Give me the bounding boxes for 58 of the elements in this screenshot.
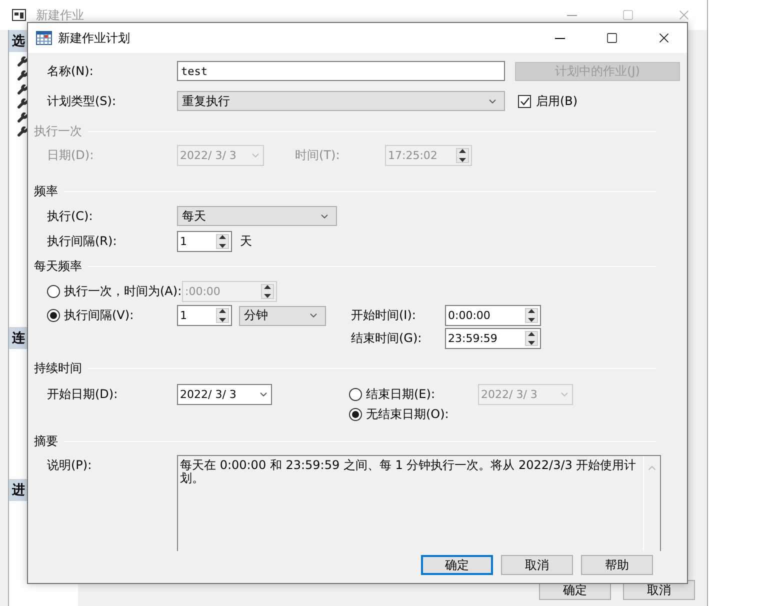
check-icon (520, 96, 530, 106)
window-icon (12, 9, 26, 21)
field-label: 结束时间(G): (351, 330, 423, 347)
field-label: 日期(D): (47, 147, 95, 164)
spin-arrows-icon[interactable] (456, 148, 469, 163)
section-title: 执行一次 (34, 122, 82, 140)
field-label: 计划类型(S): (47, 92, 118, 110)
spin-arrows-icon[interactable] (525, 308, 538, 323)
field-label: 执行(C): (47, 208, 94, 224)
minimize-icon (567, 14, 577, 16)
occurs-dropdown[interactable]: 每天 (177, 206, 337, 226)
dialog-button[interactable]: 取消 (501, 555, 573, 575)
unit-label: 天 (240, 232, 252, 250)
wrench-icon (17, 56, 28, 67)
section-title: 摘要 (34, 432, 58, 450)
wrench-icon (17, 84, 28, 95)
field-label: 名称(N): (47, 62, 94, 80)
field-label: 说明(P): (47, 457, 93, 474)
maximize-icon (622, 9, 634, 21)
dialog-button[interactable]: 确定 (421, 555, 493, 575)
checkbox-label: 启用(B) (536, 92, 578, 110)
spin-arrows-icon[interactable] (216, 234, 229, 248)
radio-label: 无结束日期(O): (366, 406, 449, 423)
radio-button[interactable] (47, 285, 60, 298)
section-title: 每天频率 (34, 258, 82, 274)
unit-dropdown[interactable]: 分钟 (239, 306, 326, 326)
radio-button[interactable] (47, 309, 60, 322)
wrench-icon (17, 112, 28, 123)
interval-spinner[interactable]: 1 (177, 305, 232, 326)
field-label: 开始时间(I): (351, 307, 417, 324)
radio-label: 执行间隔(V): (64, 307, 134, 324)
wrench-icon (17, 98, 28, 109)
time-field[interactable]: 23:59:59 (445, 328, 541, 349)
spin-arrows-icon[interactable] (525, 331, 538, 346)
dialog-button[interactable]: 帮助 (581, 555, 653, 575)
date-picker[interactable]: 2022/ 3/ 3 (177, 384, 272, 405)
field-label: 执行间隔(R): (47, 232, 118, 250)
section-title: 频率 (34, 182, 58, 200)
radio-button[interactable] (349, 388, 362, 401)
wrench-icon (17, 70, 28, 81)
recurs-spinner[interactable]: 1 (177, 230, 232, 252)
window-title: 新建作业 (36, 6, 84, 24)
spin-arrows-icon[interactable] (261, 284, 274, 299)
section-title: 持续时间 (34, 360, 82, 376)
radio-label: 执行一次，时间为(A): (64, 283, 182, 300)
time-field[interactable]: 0:00:00 (445, 305, 541, 326)
radio-label: 结束日期(E): (366, 386, 435, 403)
wrench-icon (17, 126, 28, 137)
name-field[interactable]: test (177, 61, 505, 81)
maximize-icon (606, 32, 618, 44)
spin-arrows-icon[interactable] (216, 308, 229, 323)
checkbox[interactable] (518, 94, 531, 108)
radio-button[interactable] (349, 408, 362, 421)
calendar-grid-icon (36, 31, 52, 45)
field-label: 开始日期(D): (47, 386, 119, 403)
field-label: 时间(T): (295, 147, 341, 164)
description-field[interactable]: 每天在 0:00:00 和 23:59:59 之间、每 1 分钟执行一次。将从 2022/3/3 开始使用计划。 (177, 455, 661, 551)
schedule-type-dropdown[interactable]: 重复执行 (177, 91, 505, 111)
